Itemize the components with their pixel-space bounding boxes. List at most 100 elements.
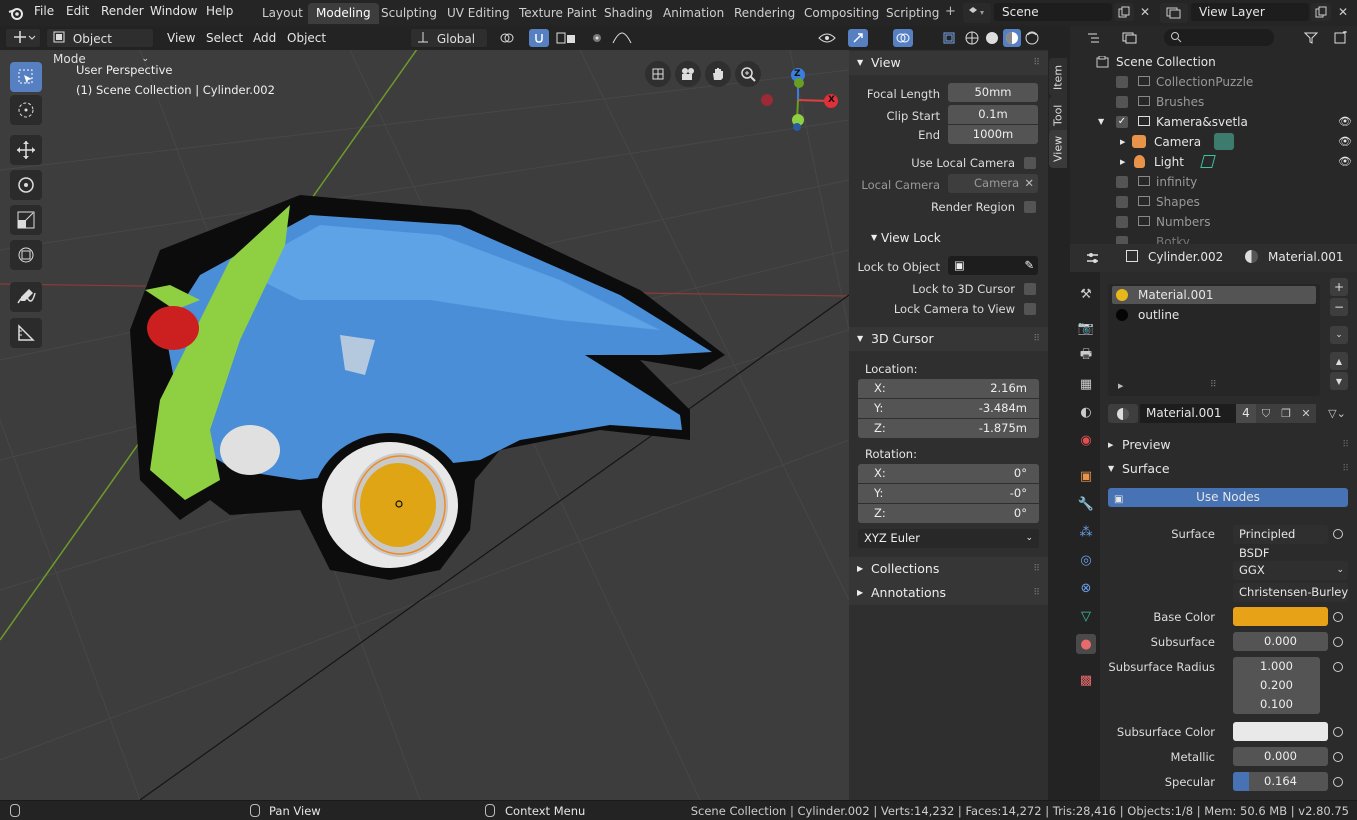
subsurface-radius-x-field[interactable]: 1.000 (1233, 657, 1320, 676)
chevron-down-icon[interactable]: ▼ (1098, 112, 1104, 132)
context-object-label[interactable]: Cylinder.002 (1148, 250, 1223, 264)
tab-layout[interactable]: Layout (254, 3, 311, 24)
cursor-rotation-y[interactable]: Y: -0° (858, 484, 1039, 503)
new-view-layer-icon[interactable] (1311, 3, 1331, 21)
menu-window[interactable]: Window (150, 4, 197, 18)
material-slot-row[interactable]: Material.001 (1112, 286, 1316, 304)
outliner-editor-icon[interactable] (1084, 29, 1110, 47)
rotation-mode-select[interactable]: XYZ Euler ⌄ (858, 529, 1039, 548)
navigation-gizmo[interactable]: Z X (760, 65, 840, 145)
slot-specials-icon[interactable]: ⌄ (1330, 326, 1348, 344)
tab-output-icon[interactable]: 🖶 (1076, 346, 1096, 366)
gizmo-toggle-icon[interactable] (848, 29, 868, 47)
tab-modeling[interactable]: Modeling (308, 3, 379, 24)
eye-icon[interactable]: 👁 (1338, 112, 1352, 132)
cursor-rotation-x[interactable]: X: 0° (858, 464, 1039, 483)
subsurface-color-socket-icon[interactable] (1333, 727, 1343, 737)
tab-render-icon[interactable]: 📷 (1076, 318, 1096, 338)
outliner-item-camera[interactable]: ▶ Camera 👁 (1070, 132, 1357, 152)
transform-tool[interactable] (10, 240, 42, 270)
blender-logo-icon[interactable] (8, 5, 24, 21)
menu-render[interactable]: Render (101, 4, 144, 18)
outliner-search-input[interactable] (1164, 29, 1274, 46)
view-section-header[interactable]: ▼ View ⠿ (849, 51, 1048, 75)
camera-data-icon[interactable] (1214, 133, 1234, 150)
xray-icon[interactable] (940, 29, 958, 47)
tab-animation[interactable]: Animation (655, 3, 732, 24)
subsurface-color-swatch[interactable] (1233, 722, 1328, 741)
editor-type-button[interactable] (5, 28, 41, 48)
tab-shading[interactable]: Shading (596, 3, 661, 24)
measure-tool[interactable] (10, 318, 42, 348)
toggle-camera-view-button[interactable] (645, 61, 671, 87)
view-menu[interactable]: View (167, 31, 195, 45)
surface-shader-field[interactable]: Principled BSDF (1233, 525, 1328, 560)
material-shading-icon[interactable] (1003, 29, 1021, 47)
new-collection-icon[interactable] (1332, 29, 1350, 47)
exclude-checkbox[interactable] (1116, 236, 1128, 244)
browse-material-icon[interactable] (1108, 404, 1138, 423)
transform-orientation-selector[interactable]: Global (410, 28, 488, 48)
new-scene-icon[interactable] (1114, 3, 1134, 21)
remove-slot-icon[interactable]: − (1330, 298, 1348, 316)
outliner-item-numbers[interactable]: Numbers (1070, 212, 1357, 232)
add-workspace-icon[interactable]: + (945, 4, 956, 19)
snap-target-icon[interactable] (551, 29, 581, 47)
rendered-shading-icon[interactable] (1023, 29, 1041, 47)
scene-icon[interactable] (963, 3, 991, 23)
move-up-icon[interactable]: ▲ (1330, 352, 1348, 370)
tab-tool[interactable]: Tool (1049, 96, 1067, 134)
3d-cursor-section-header[interactable]: ▼ 3D Cursor ⠿ (849, 327, 1048, 351)
clip-start-field[interactable]: 0.1m (948, 105, 1038, 124)
resize-handle-icon[interactable]: ⠿ (1210, 380, 1217, 390)
tab-sculpting[interactable]: Sculpting (373, 3, 445, 24)
falloff-icon[interactable] (609, 29, 635, 47)
surface-socket-icon[interactable] (1333, 529, 1343, 539)
base-color-swatch[interactable] (1233, 607, 1328, 626)
cursor-location-z[interactable]: Z: -1.875m (858, 419, 1039, 438)
tab-tool-icon[interactable]: ⚒ (1076, 284, 1096, 304)
chevron-right-icon[interactable]: ▶ (1120, 152, 1125, 172)
eye-icon[interactable]: 👁 (1338, 152, 1352, 172)
object-menu[interactable]: Object (287, 31, 326, 45)
tab-item[interactable]: Item (1049, 58, 1067, 96)
outliner-item-botky[interactable]: Botky (1070, 232, 1357, 244)
local-camera-field[interactable]: Camera ✕ (948, 174, 1038, 193)
proportional-edit-icon[interactable] (589, 29, 605, 47)
exclude-checkbox[interactable] (1116, 76, 1128, 88)
menu-help[interactable]: Help (206, 4, 233, 18)
scale-tool[interactable] (10, 205, 42, 235)
subsurface-socket-icon[interactable] (1333, 637, 1343, 647)
cursor-location-y[interactable]: Y: -3.484m (858, 399, 1039, 418)
metallic-socket-icon[interactable] (1333, 752, 1343, 762)
properties-editor-icon[interactable] (1082, 249, 1110, 267)
subsurface-field[interactable]: 0.000 (1233, 632, 1328, 651)
view-object-types-icon[interactable] (815, 29, 839, 47)
snap-icon[interactable] (529, 29, 549, 47)
tab-constraints-icon[interactable]: ⊗ (1076, 578, 1096, 598)
material-users-count[interactable]: 4 (1236, 404, 1256, 423)
cursor-tool[interactable] (10, 95, 42, 125)
render-region-checkbox[interactable] (1024, 201, 1036, 213)
select-box-tool[interactable] (10, 62, 42, 92)
specular-field[interactable]: 0.164 (1233, 772, 1328, 791)
specular-socket-icon[interactable] (1333, 777, 1343, 787)
display-mode-icon[interactable] (1118, 29, 1146, 47)
view-layer-field[interactable]: View Layer (1191, 3, 1309, 21)
view-layer-icon[interactable] (1160, 3, 1188, 23)
light-data-icon[interactable] (1200, 155, 1216, 168)
drag-handle-icon[interactable]: ⠿ (1342, 458, 1349, 480)
lock-to-object-field[interactable]: ▣ ✎ (948, 256, 1038, 275)
chevron-right-icon[interactable]: ▶ (1118, 382, 1123, 390)
tab-modifiers-icon[interactable]: 🔧 (1076, 494, 1096, 514)
mode-selector[interactable]: Object Mode ⌄ (46, 28, 154, 66)
overlays-toggle-icon[interactable] (893, 29, 913, 47)
outliner-item-collectionpuzzle[interactable]: CollectionPuzzle (1070, 72, 1357, 92)
use-nodes-button[interactable]: ▣ Use Nodes (1108, 488, 1348, 507)
exclude-checkbox[interactable] (1116, 96, 1128, 108)
lock-camera-to-view-checkbox[interactable] (1024, 303, 1036, 315)
move-down-icon[interactable]: ▼ (1330, 372, 1348, 390)
tab-world-icon[interactable]: ◉ (1076, 430, 1096, 450)
menu-edit[interactable]: Edit (66, 4, 89, 18)
tab-scripting[interactable]: Scripting (878, 3, 947, 24)
